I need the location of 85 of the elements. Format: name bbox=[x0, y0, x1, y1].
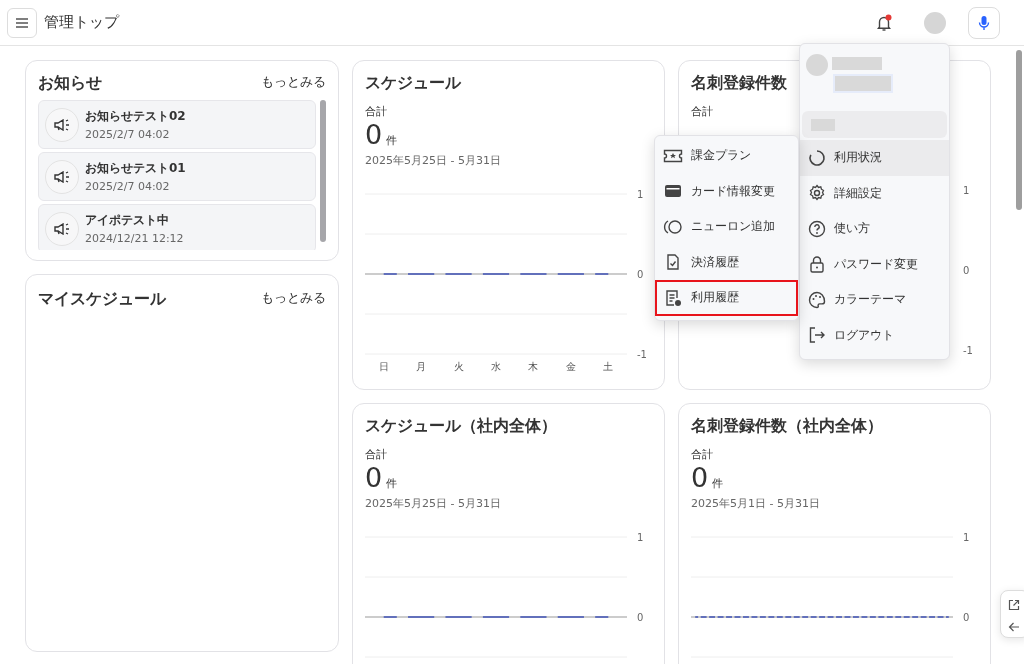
axis-tick-label: 1 bbox=[963, 185, 970, 196]
total-label: 合計 bbox=[365, 104, 388, 119]
scrollbar[interactable] bbox=[320, 100, 326, 242]
axis-category-label: 水 bbox=[491, 361, 501, 372]
microphone-button[interactable] bbox=[968, 6, 1000, 39]
axis-tick-label: -1 bbox=[637, 349, 647, 360]
card-title: スケジュール bbox=[365, 73, 461, 94]
page-title: 管理トップ bbox=[44, 13, 119, 32]
axis-tick-label: 0 bbox=[637, 612, 644, 623]
arrow-left-icon[interactable] bbox=[1008, 621, 1020, 633]
menu-item[interactable]: 利用状況 bbox=[800, 140, 949, 176]
total-label: 合計 bbox=[691, 104, 714, 119]
axis-category-label: 金 bbox=[565, 361, 576, 372]
total-label: 合計 bbox=[691, 447, 714, 462]
menu-button[interactable] bbox=[7, 7, 37, 38]
menu-item[interactable]: カラーテーマ bbox=[800, 282, 949, 318]
page-scrollbar[interactable] bbox=[1016, 50, 1022, 210]
total-count: 0 bbox=[365, 119, 383, 150]
megaphone-icon bbox=[54, 118, 70, 131]
count-unit: 件 bbox=[712, 476, 724, 491]
notice-title: お知らせテスト02 bbox=[85, 108, 186, 125]
total-label: 合計 bbox=[365, 447, 388, 462]
notice-title: アイポテスト中 bbox=[85, 212, 170, 229]
count-unit: 件 bbox=[386, 133, 398, 148]
menu-item[interactable]: ニューロン追加 bbox=[655, 209, 798, 245]
axis-tick-label: 0 bbox=[963, 612, 970, 623]
megaphone-icon bbox=[54, 170, 70, 183]
axis-category-label: 日 bbox=[378, 361, 389, 372]
account-field[interactable] bbox=[802, 111, 947, 138]
card-title: お知らせ bbox=[38, 73, 102, 94]
menu-icon bbox=[15, 16, 29, 29]
menu-item[interactable]: 使い方 bbox=[800, 211, 949, 247]
axis-tick-label: 0 bbox=[963, 265, 970, 276]
settings-icon bbox=[808, 184, 826, 203]
card-title: スケジュール（社内全体） bbox=[365, 416, 557, 437]
axis-tick-label: 1 bbox=[963, 532, 970, 543]
ticket-icon bbox=[663, 147, 683, 164]
logout-icon bbox=[808, 326, 826, 345]
axis-category-label: 土 bbox=[603, 361, 614, 372]
axis-tick-label: 0 bbox=[637, 269, 644, 280]
axis-category-label: 木 bbox=[528, 361, 539, 372]
more-link[interactable]: もっとみる bbox=[261, 73, 326, 91]
notice-date: 2025/2/7 04:02 bbox=[85, 180, 171, 193]
lock-icon bbox=[808, 255, 826, 274]
redacted-text bbox=[832, 57, 882, 70]
notice-item[interactable]: アイポテスト中 2024/12/21 12:12 bbox=[38, 204, 316, 250]
count-unit: 件 bbox=[386, 476, 398, 491]
user-avatar bbox=[806, 54, 828, 76]
wallet-icon bbox=[663, 183, 683, 200]
megaphone-icon bbox=[54, 222, 70, 235]
menu-item[interactable]: 利用履歴 bbox=[655, 280, 798, 316]
card-title: マイスケジュール bbox=[38, 289, 166, 310]
menu-item[interactable]: 課金プラン bbox=[655, 138, 798, 174]
menu-item[interactable]: 決済履歴 bbox=[655, 244, 798, 280]
notice-date: 2025/2/7 04:02 bbox=[85, 128, 171, 141]
help-icon bbox=[808, 219, 826, 238]
card-title: 名刺登録件数（社内全体） bbox=[691, 416, 883, 437]
menu-item[interactable]: ログアウト bbox=[800, 317, 949, 353]
menu-item[interactable]: カード情報変更 bbox=[655, 173, 798, 209]
axis-category-label: 火 bbox=[453, 361, 464, 372]
date-range: 2025年5月25日 - 5月31日 bbox=[365, 496, 502, 511]
external-link-icon[interactable] bbox=[1008, 599, 1020, 611]
notice-date: 2024/12/21 12:12 bbox=[85, 232, 184, 245]
axis-category-label: 月 bbox=[416, 361, 427, 372]
palette-icon bbox=[808, 290, 826, 309]
redacted-text bbox=[835, 76, 891, 91]
total-count: 0 bbox=[365, 462, 383, 493]
notice-title: お知らせテスト01 bbox=[85, 160, 186, 177]
notice-item[interactable]: お知らせテスト02 2025/2/7 04:02 bbox=[38, 100, 316, 149]
menu-item[interactable]: 詳細設定 bbox=[800, 175, 949, 211]
notice-item[interactable]: お知らせテスト01 2025/2/7 04:02 bbox=[38, 152, 316, 201]
date-range: 2025年5月25日 - 5月31日 bbox=[365, 153, 502, 168]
document-clock-icon bbox=[663, 289, 683, 306]
ring-icon bbox=[808, 148, 826, 167]
total-count: 0 bbox=[691, 462, 709, 493]
axis-tick-label: -1 bbox=[963, 345, 973, 356]
axis-tick-label: 1 bbox=[637, 189, 644, 200]
date-range: 2025年5月1日 - 5月31日 bbox=[691, 496, 821, 511]
axis-tick-label: 1 bbox=[637, 532, 644, 543]
more-link[interactable]: もっとみる bbox=[261, 289, 326, 307]
microphone-icon bbox=[978, 14, 990, 31]
circles-icon bbox=[663, 218, 683, 235]
notification-bell-icon[interactable] bbox=[875, 13, 893, 32]
menu-item[interactable]: パスワード変更 bbox=[800, 246, 949, 282]
card-title: 名刺登録件数 bbox=[691, 73, 787, 94]
